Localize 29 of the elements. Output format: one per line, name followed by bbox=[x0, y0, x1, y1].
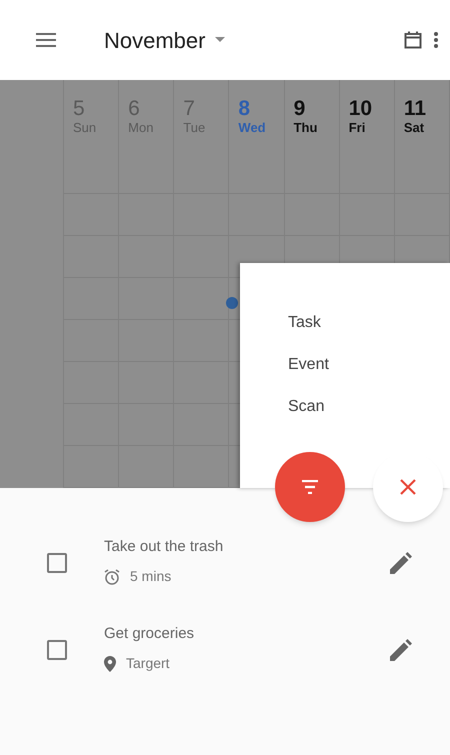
more-options-icon[interactable] bbox=[434, 32, 438, 48]
weekday-label: Wed bbox=[238, 120, 266, 136]
task-detail: Targert bbox=[126, 654, 170, 673]
location-pin-icon bbox=[104, 656, 116, 672]
weekday-label: Thu bbox=[294, 120, 318, 136]
edit-pencil-icon[interactable] bbox=[390, 552, 412, 574]
day-number[interactable]: 9 bbox=[294, 98, 306, 120]
add-filter-button[interactable] bbox=[275, 452, 345, 522]
menu-icon[interactable] bbox=[36, 33, 56, 47]
close-icon bbox=[400, 479, 416, 495]
task-checkbox[interactable] bbox=[47, 552, 67, 572]
task-detail: 5 mins bbox=[130, 567, 172, 586]
day-number[interactable]: 10 bbox=[348, 98, 372, 120]
day-number[interactable]: 11 bbox=[404, 98, 426, 120]
current-time-dot bbox=[226, 297, 238, 309]
menu-item[interactable]: Event bbox=[288, 355, 450, 375]
dropdown-caret-icon[interactable] bbox=[215, 37, 226, 43]
edit-pencil-icon[interactable] bbox=[390, 638, 412, 660]
filter-icon bbox=[300, 480, 320, 494]
weekday-label: Sat bbox=[404, 120, 424, 136]
menu-item[interactable]: Task bbox=[288, 313, 450, 333]
month-title[interactable]: November bbox=[104, 24, 206, 56]
calendar-icon[interactable] bbox=[404, 31, 422, 49]
task-checkbox[interactable] bbox=[47, 640, 67, 660]
alarm-clock-icon bbox=[104, 568, 120, 584]
task-title: Get groceries bbox=[104, 625, 196, 643]
task-title: Take out the trash bbox=[104, 538, 224, 556]
menu-item[interactable]: Scan bbox=[288, 397, 450, 417]
weekday-label: Fri bbox=[348, 120, 366, 136]
